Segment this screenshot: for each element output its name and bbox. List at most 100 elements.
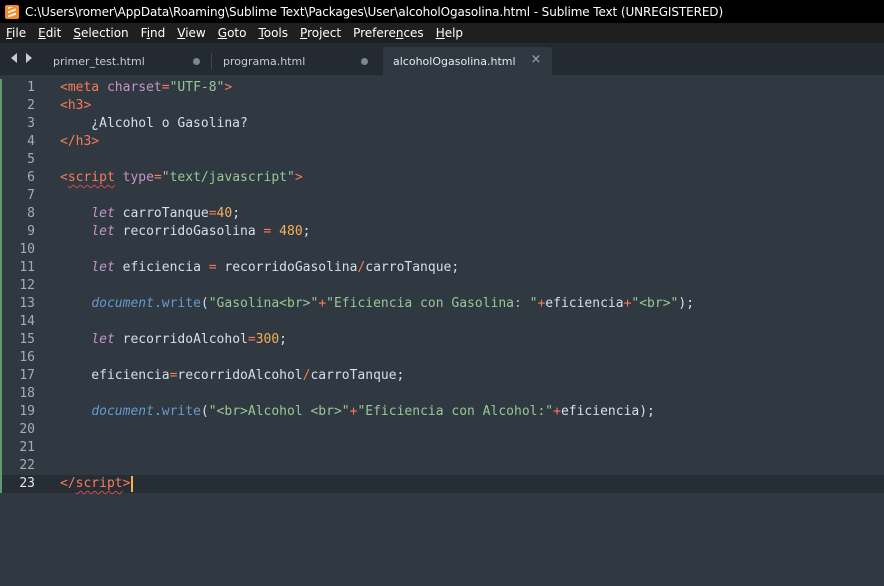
menu-item[interactable]: Find <box>135 26 172 40</box>
line-number: 14 <box>0 313 48 331</box>
line-number: 23 <box>0 475 48 493</box>
unsaved-dot-icon[interactable] <box>193 58 200 65</box>
code-token: document <box>91 404 154 419</box>
menu-item[interactable]: Project <box>294 26 347 40</box>
code-line[interactable] <box>60 439 694 457</box>
code-line[interactable]: </script> <box>60 475 694 493</box>
menu-item[interactable]: Tools <box>252 26 294 40</box>
line-number: 9 <box>0 223 48 241</box>
code-token: ); <box>678 296 695 311</box>
menu-bar: File Edit Selection Find View Goto Tools Projec… <box>0 23 884 43</box>
code-token: write <box>161 404 201 419</box>
code-line[interactable]: ¿Alcohol o Gasolina? <box>60 115 694 133</box>
code-token: > <box>224 80 233 95</box>
menu-label-part: Prefere <box>353 26 396 40</box>
code-line[interactable] <box>60 457 694 475</box>
menu-mnemonic: G <box>217 26 228 40</box>
code-line[interactable] <box>60 151 694 169</box>
code-token: eficiencia <box>114 260 209 275</box>
menu-label-part: election <box>80 26 129 40</box>
code-line[interactable] <box>60 421 694 439</box>
code-line[interactable]: let eficiencia = recorridoGasolina/carro… <box>60 259 694 277</box>
code-line[interactable] <box>60 349 694 367</box>
code-line[interactable] <box>60 277 694 295</box>
code-line[interactable] <box>60 385 694 403</box>
code-token: let <box>91 206 115 221</box>
line-number: 11 <box>0 259 48 277</box>
line-number: 2 <box>0 97 48 115</box>
editor-area[interactable]: 1 2 3 4 5 6 7 8 9 10 11 12 13 14 15 16 17 18 19 20 21 22 23 <m… <box>0 75 884 586</box>
menu-item[interactable]: Edit <box>32 26 67 40</box>
tab-alcohol-o-gasolina[interactable]: alcoholOgasolina.html × <box>383 47 552 75</box>
menu-label-part: nd <box>150 26 166 40</box>
code-token: 40 <box>216 206 233 221</box>
code-line[interactable] <box>60 241 694 259</box>
tab-label: programa.html <box>223 54 306 68</box>
code-line[interactable]: document.write("<br>Alcohol <br>" +"Efici… <box>60 403 694 421</box>
menu-mnemonic: E <box>38 26 46 40</box>
line-number: 21 <box>0 439 48 457</box>
line-number: 4 <box>0 133 48 151</box>
code-token: script <box>75 476 123 491</box>
menu-item[interactable]: Preferences <box>347 26 430 40</box>
window-title: C:\Users\romer\AppData\Roaming\Sublime T… <box>25 4 724 19</box>
code-token: let <box>91 332 115 347</box>
code-token: 300 <box>255 332 280 347</box>
code-token: eficiencia); <box>560 404 655 419</box>
code-token: charset <box>106 80 162 95</box>
menu-item[interactable]: Selection <box>67 26 134 40</box>
menu-label-part: roject <box>307 26 342 40</box>
line-number: 1 <box>0 79 48 97</box>
code-token: "Eficiencia con Gasolina: " <box>326 296 538 311</box>
line-number: 15 <box>0 331 48 349</box>
menu-mnemonic: P <box>300 26 308 40</box>
code-token: document <box>91 296 154 311</box>
line-number: 6 <box>0 169 48 187</box>
menu-mnemonic: H <box>435 26 445 40</box>
menu-label-part: ces <box>403 26 424 40</box>
tab-scroll-left-icon[interactable] <box>9 52 19 64</box>
line-number: 3 <box>0 115 48 133</box>
code-token: = <box>208 260 217 275</box>
code-text[interactable]: <meta charset="UTF-8"> <h3> ¿Alcohol o Ga… <box>60 79 694 493</box>
code-token: let <box>91 224 115 239</box>
code-line[interactable]: <meta charset="UTF-8"> <box>60 79 694 97</box>
code-token: carroTanque <box>114 206 209 221</box>
code-line[interactable] <box>60 313 694 331</box>
unsaved-dot-icon[interactable] <box>361 58 368 65</box>
code-line[interactable]: document.write("Gasolina<br>"+"Eficienci… <box>60 295 694 313</box>
code-line[interactable] <box>60 187 694 205</box>
code-line[interactable]: <script type="text/javascript"> <box>60 169 694 187</box>
menu-item[interactable]: Goto <box>212 26 253 40</box>
tab-primer-test[interactable]: primer_test.html <box>40 47 211 75</box>
code-line[interactable]: eficiencia=recorridoAlcohol/carroTanque; <box>60 367 694 385</box>
code-line[interactable]: let recorridoGasolina = 480; <box>60 223 694 241</box>
tab-label: alcoholOgasolina.html <box>393 54 516 68</box>
menu-mnemonic: S <box>73 26 81 40</box>
menu-item[interactable]: File <box>0 26 32 40</box>
code-token: = <box>153 170 162 185</box>
tab-scroll-right-icon[interactable] <box>24 52 34 64</box>
code-token: . <box>153 296 162 311</box>
line-number: 16 <box>0 349 48 367</box>
menu-label-part: elp <box>444 26 464 40</box>
code-line[interactable]: let recorridoAlcohol=300; <box>60 331 694 349</box>
menu-item[interactable]: View <box>171 26 211 40</box>
tab-programa[interactable]: programa.html <box>212 47 382 75</box>
menu-label-part: iew <box>185 26 206 40</box>
code-token: </h3> <box>60 134 100 149</box>
code-line[interactable]: <h3> <box>60 97 694 115</box>
code-line[interactable]: </h3> <box>60 133 694 151</box>
close-tab-icon[interactable]: × <box>530 53 542 67</box>
code-token: recorridoAlcohol <box>177 368 303 383</box>
title-bar: C:\Users\romer\AppData\Roaming\Sublime T… <box>0 0 884 23</box>
menu-item[interactable]: Help <box>430 26 469 40</box>
code-line[interactable]: let carroTanque=40; <box>60 205 694 223</box>
code-token: > <box>294 170 303 185</box>
line-number: 7 <box>0 187 48 205</box>
code-token: ; <box>232 206 241 221</box>
code-token: ( <box>200 404 209 419</box>
